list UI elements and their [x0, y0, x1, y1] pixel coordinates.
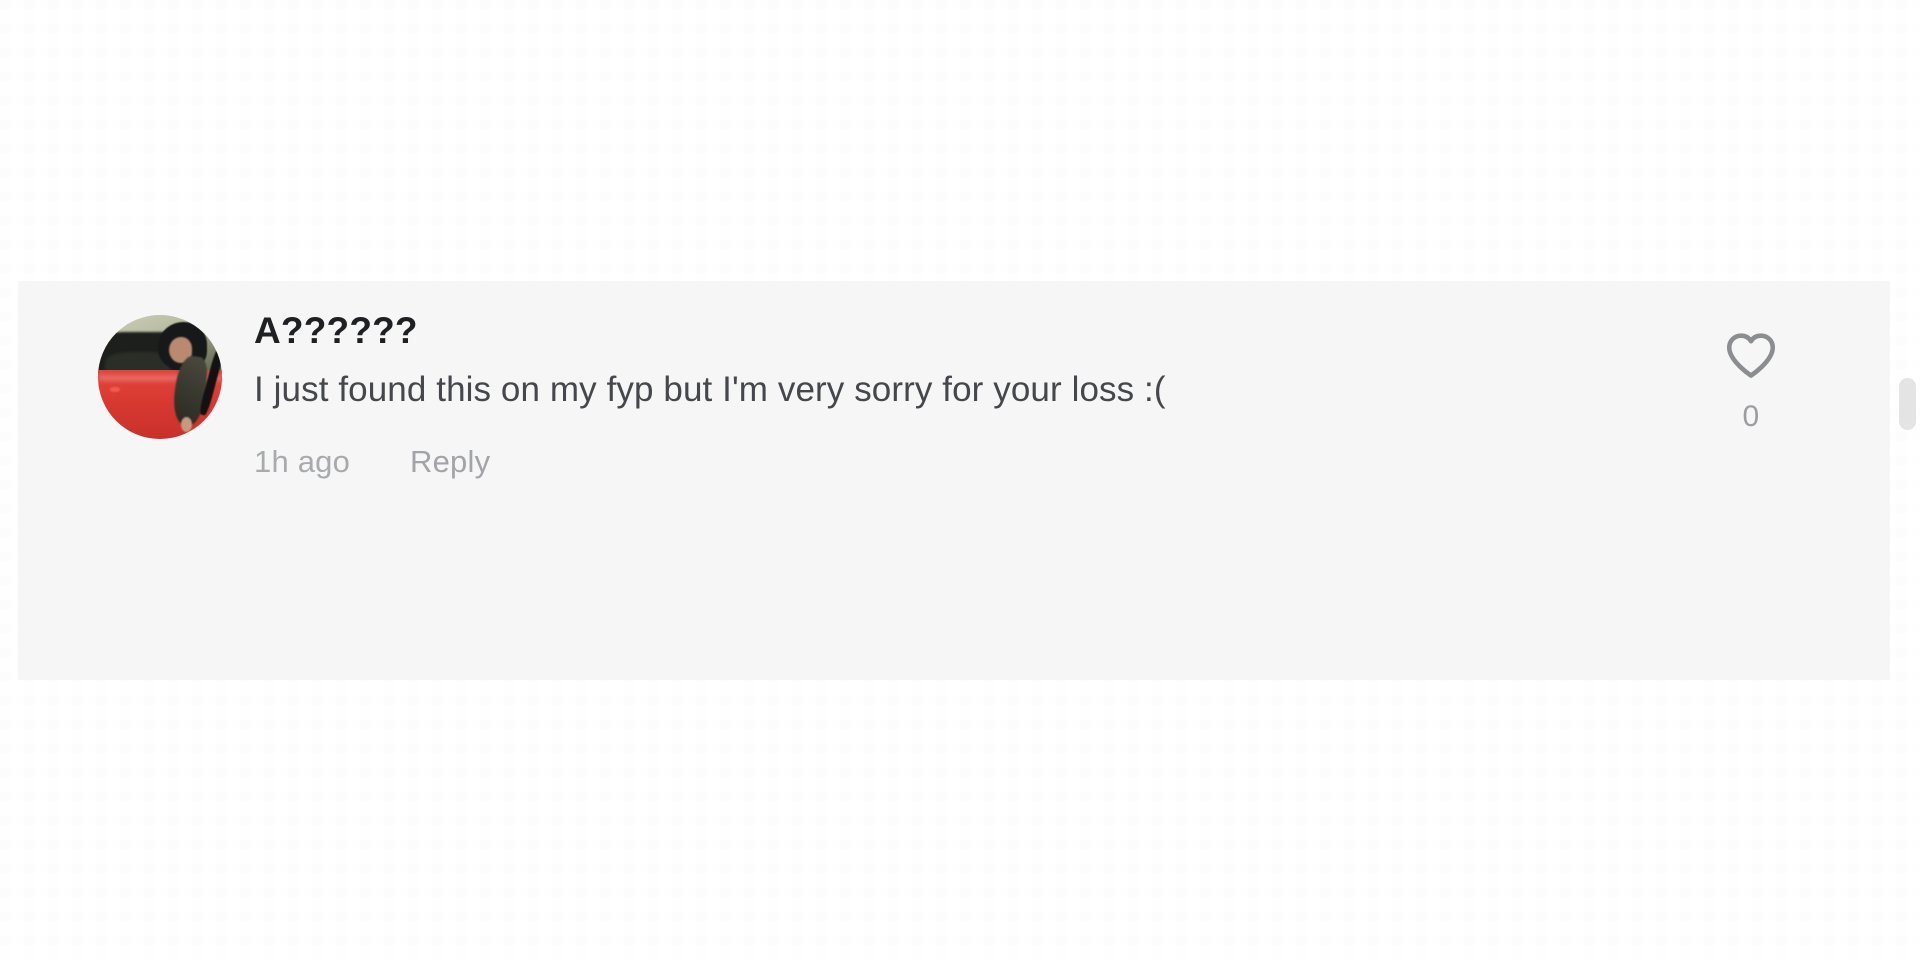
comment-text: I just found this on my fyp but I'm very…	[254, 370, 1166, 410]
avatar-image[interactable]	[98, 315, 222, 439]
avatar-person-hand	[181, 416, 193, 432]
comment-timestamp: 1h ago	[254, 443, 351, 479]
comment-meta-row: 1h ago Reply	[254, 444, 1314, 480]
comment-username[interactable]: A??????	[254, 309, 1314, 353]
reply-button[interactable]: Reply	[410, 444, 490, 480]
comment-item[interactable]: A?????? I just found this on my fyp but …	[18, 281, 1890, 680]
avatar[interactable]	[98, 315, 222, 439]
comment-feed: A?????? I just found this on my fyp but …	[0, 0, 1920, 960]
comment-body: A?????? I just found this on my fyp but …	[254, 309, 1314, 480]
scrollbar-thumb[interactable]	[1899, 378, 1916, 430]
like-count: 0	[1742, 400, 1760, 433]
heart-outline-icon[interactable]	[1722, 326, 1780, 384]
avatar-car-taillight	[110, 386, 121, 392]
like-control[interactable]: 0	[1696, 326, 1806, 434]
scrollbar[interactable]	[1899, 0, 1920, 960]
